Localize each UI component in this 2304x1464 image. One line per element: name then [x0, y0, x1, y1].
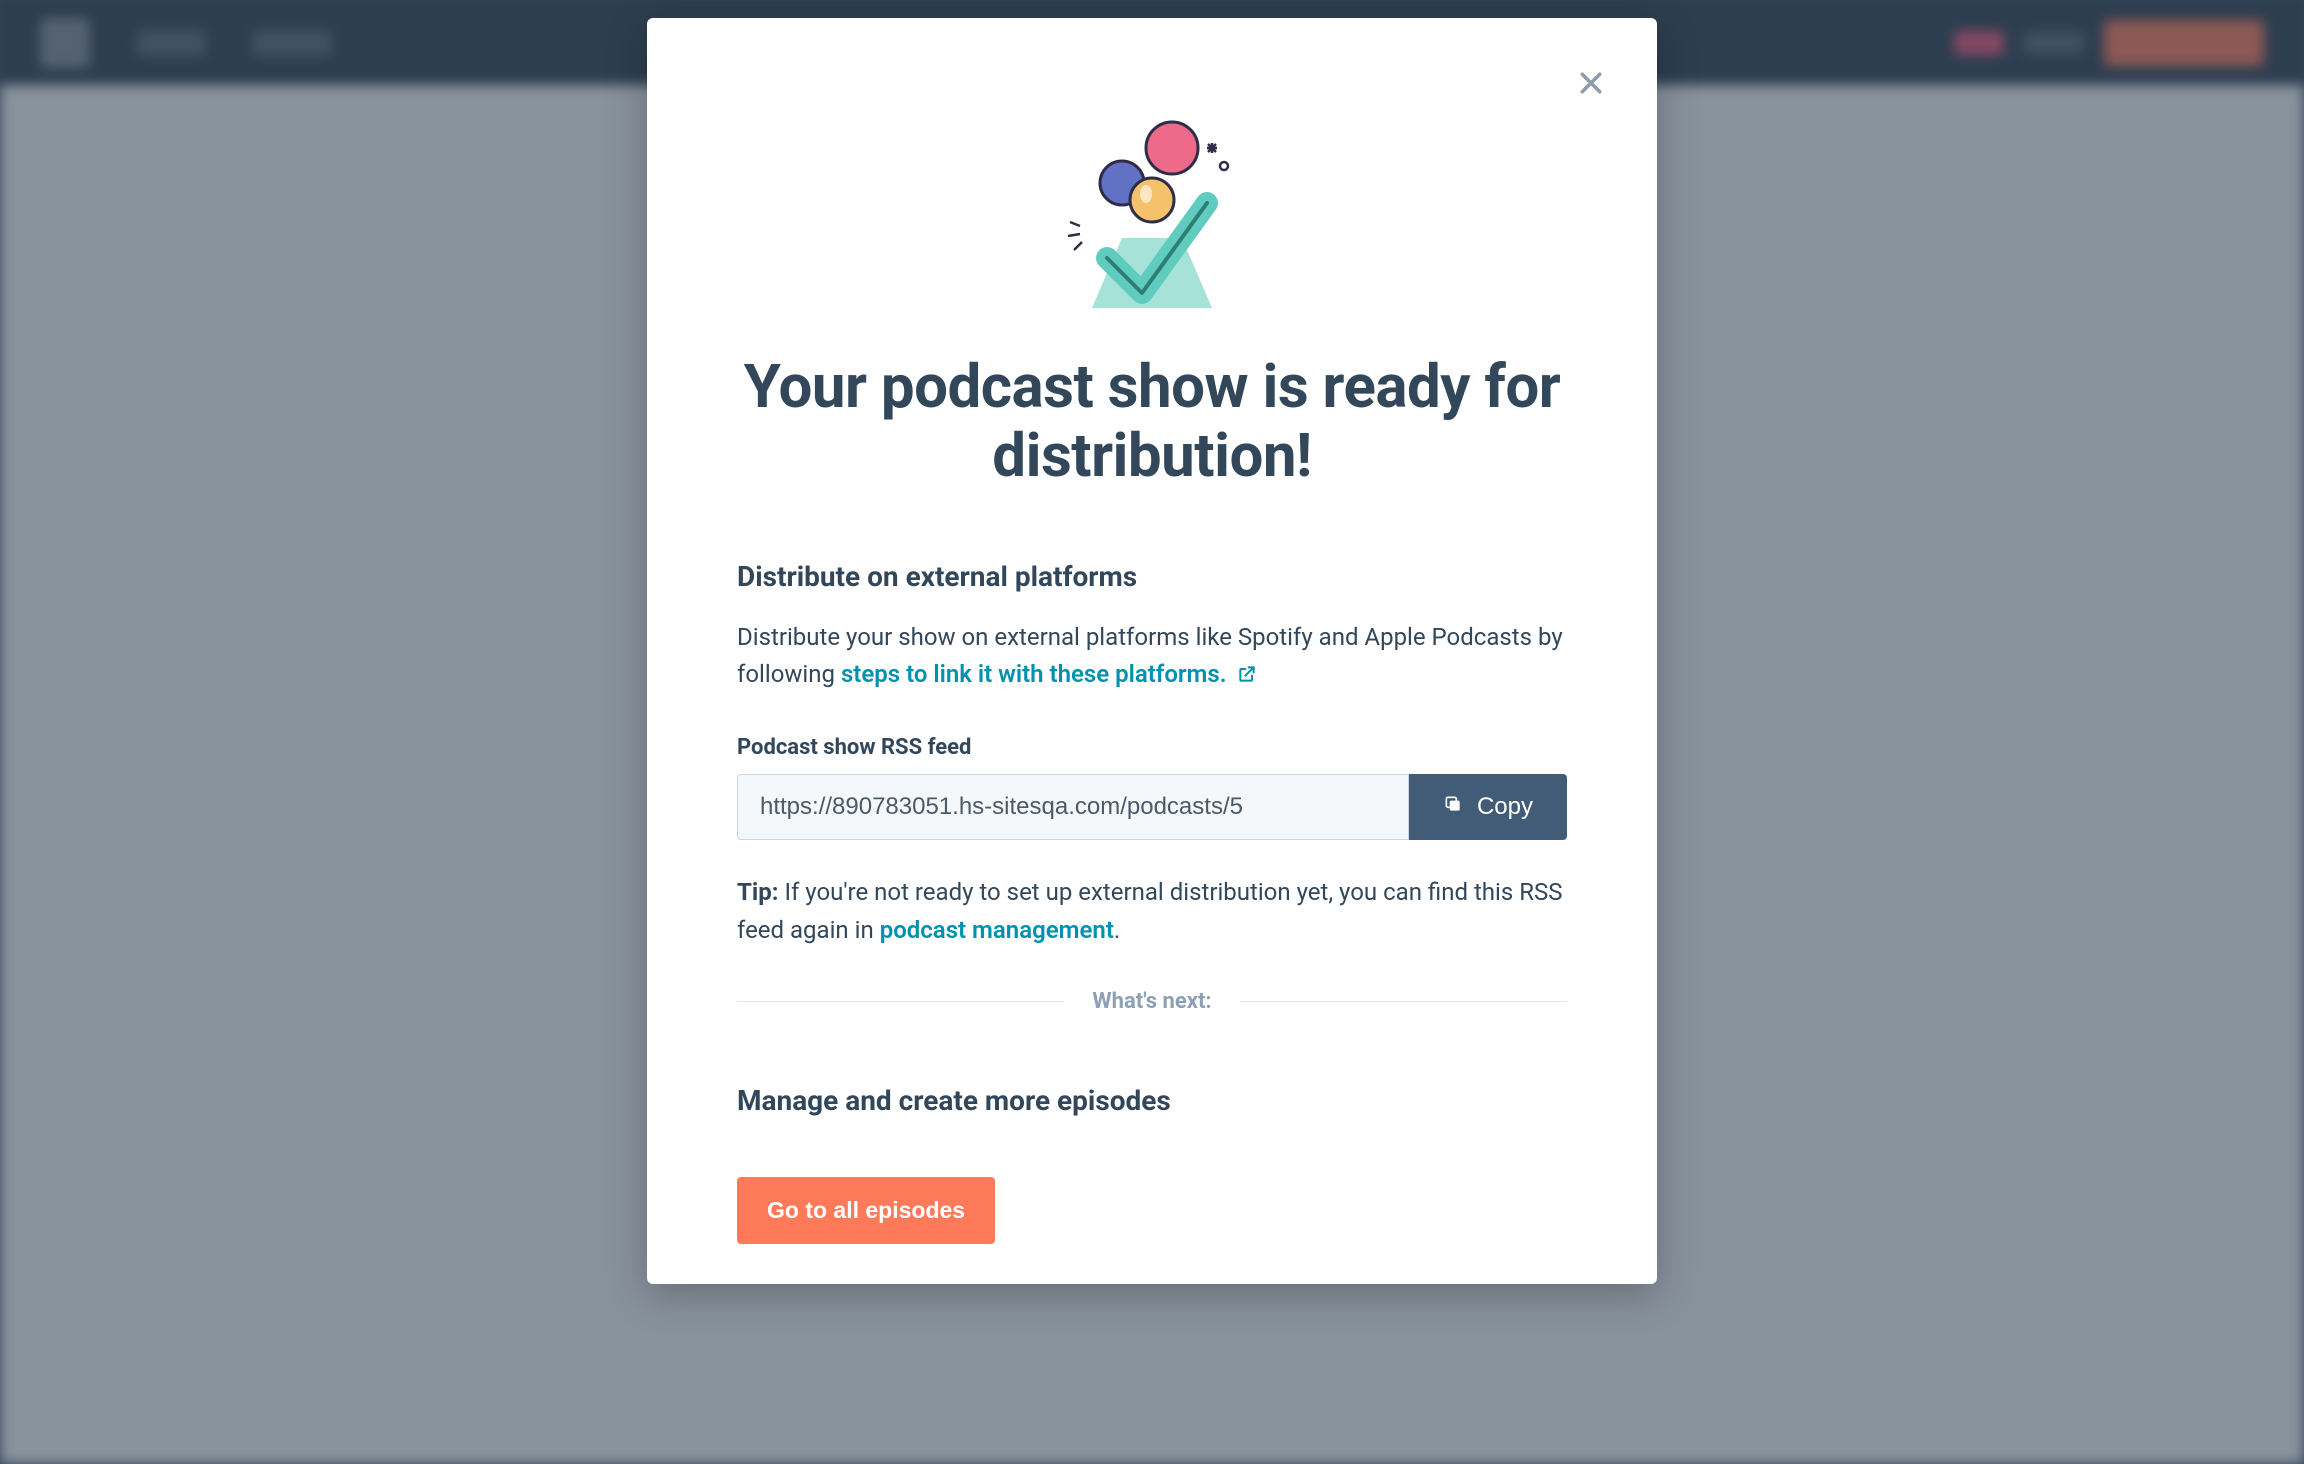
distribute-steps-link[interactable]: steps to link it with these platforms. — [841, 660, 1257, 688]
copy-button-label: Copy — [1477, 793, 1533, 821]
modal-title: Your podcast show is ready for distribut… — [707, 352, 1597, 490]
rss-feed-input[interactable] — [737, 774, 1409, 840]
tip-label: Tip: — [737, 878, 778, 906]
whats-next-label: What's next: — [1064, 989, 1239, 1014]
distribute-heading: Distribute on external platforms — [737, 560, 1567, 593]
podcast-ready-modal: Your podcast show is ready for distribut… — [647, 18, 1657, 1284]
close-button[interactable] — [1567, 60, 1615, 108]
go-to-episodes-button[interactable]: Go to all episodes — [737, 1177, 995, 1244]
tip-body: If you're not ready to set up external d… — [737, 878, 1562, 943]
manage-heading: Manage and create more episodes — [737, 1084, 1567, 1117]
distribute-body: Distribute your show on external platfor… — [737, 619, 1567, 695]
distribute-steps-link-text: steps to link it with these platforms. — [841, 660, 1227, 688]
podcast-management-link-text: podcast management — [880, 916, 1114, 944]
go-to-episodes-label: Go to all episodes — [767, 1197, 965, 1223]
external-link-icon — [1237, 658, 1257, 695]
celebration-illustration — [1062, 108, 1242, 328]
rss-row: Copy — [737, 774, 1567, 840]
podcast-management-link[interactable]: podcast management — [880, 916, 1114, 944]
rss-label: Podcast show RSS feed — [737, 735, 1567, 760]
whats-next-divider: What's next: — [737, 989, 1567, 1014]
copy-icon — [1443, 793, 1463, 821]
tip-text: Tip: If you're not ready to set up exter… — [737, 874, 1567, 948]
tip-suffix: . — [1114, 916, 1120, 944]
close-icon — [1576, 68, 1606, 101]
copy-button[interactable]: Copy — [1409, 774, 1567, 840]
